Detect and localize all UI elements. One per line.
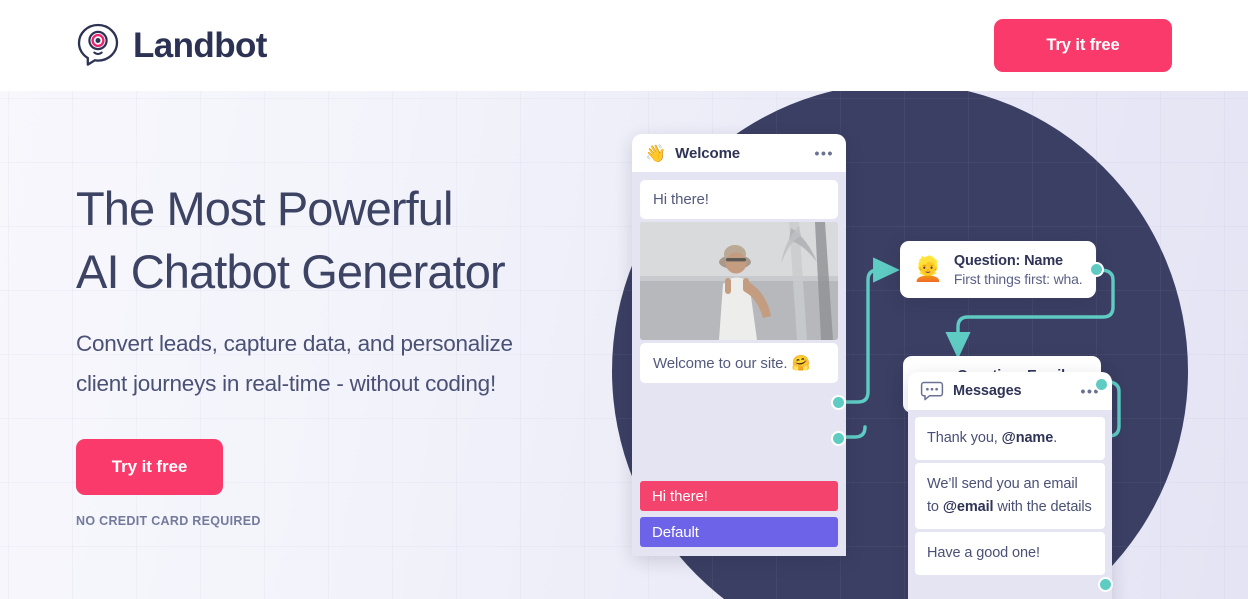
welcome-card-menu-icon[interactable]: •••: [814, 146, 834, 160]
welcome-message-2: Welcome to our site. 🤗: [640, 343, 838, 383]
messages-node[interactable]: Messages ••• Thank you, @name. We’ll sen…: [908, 372, 1112, 599]
choice-hi-there-label: Hi there!: [652, 487, 708, 505]
connector-dot-hi-there[interactable]: [831, 395, 846, 410]
choice-default[interactable]: Default: [640, 517, 838, 547]
speech-bubble-ellipsis-icon: [920, 379, 944, 403]
message-3-pre: Have a good one!: [927, 545, 1040, 561]
chatbot-flow-canvas: 👋 Welcome ••• Hi there! Welcome to our s…: [0, 91, 1248, 599]
connector-dot-question-name[interactable]: [1089, 262, 1104, 277]
message-email-details: We’ll send you an email to @email with t…: [915, 463, 1105, 529]
header-try-it-free-button[interactable]: Try it free: [994, 19, 1172, 72]
messages-card-header: Messages •••: [908, 372, 1112, 410]
landbot-logo[interactable]: Landbot: [76, 22, 267, 68]
message-2-mention: @email: [942, 499, 994, 515]
beach-photo: [640, 222, 838, 340]
hero-section: The Most Powerful AI Chatbot Generator C…: [0, 91, 1248, 599]
question-name-title: Question: Name: [953, 253, 1063, 269]
message-1-pre: Thank you,: [927, 430, 1002, 446]
welcome-card-title: Welcome: [675, 144, 741, 162]
message-2-post: with the details: [993, 499, 1092, 515]
choice-hi-there[interactable]: Hi there!: [640, 481, 838, 511]
welcome-chat-node[interactable]: 👋 Welcome ••• Hi there! Welcome to our s…: [632, 134, 846, 556]
landbot-hero-page: Landbot Try it free The Most Powerful AI…: [0, 0, 1248, 599]
connector-dot-question-email[interactable]: [1094, 377, 1109, 392]
choice-default-label: Default: [652, 523, 699, 541]
welcome-message-1: Hi there!: [640, 180, 838, 219]
logo-wordmark: Landbot: [133, 25, 267, 65]
message-1-post: .: [1053, 430, 1058, 446]
messages-card-title: Messages: [953, 383, 1022, 399]
message-thank-you: Thank you, @name.: [915, 417, 1105, 460]
blond-person-icon: 👱: [913, 255, 943, 283]
landbot-speech-bubble-logo-icon: [76, 22, 122, 68]
question-name-node[interactable]: 👱 Question: Name First things first: wha…: [900, 241, 1096, 298]
welcome-card-body: Hi there! Welcome to our site. 🤗: [632, 172, 846, 474]
waving-hand-icon: 👋: [645, 143, 667, 163]
message-1-mention: @name: [1001, 430, 1054, 446]
message-have-a-good-one: Have a good one!: [915, 532, 1105, 575]
site-header: Landbot Try it free: [0, 0, 1248, 91]
question-name-subtitle: First things first: wha...: [953, 271, 1082, 287]
connector-dot-default[interactable]: [831, 431, 846, 446]
connector-dot-messages-out[interactable]: [1098, 577, 1113, 592]
messages-card-body: Thank you, @name. We’ll send you an emai…: [908, 410, 1112, 599]
welcome-card-header: 👋 Welcome •••: [632, 134, 846, 172]
welcome-card-choices: Hi there! Default: [632, 474, 846, 556]
